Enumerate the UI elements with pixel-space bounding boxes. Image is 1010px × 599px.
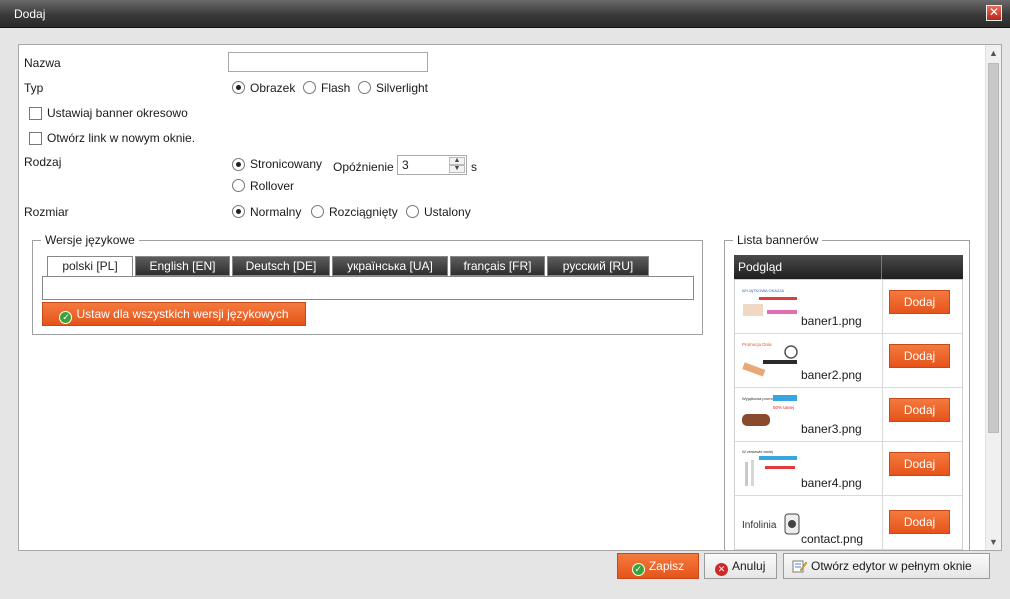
check-circle-icon: ✓ <box>59 311 73 324</box>
tab-pl[interactable]: polski [PL] <box>47 256 133 277</box>
language-tab-panel <box>42 276 694 300</box>
tab-de[interactable]: Deutsch [DE] <box>232 256 330 276</box>
scroll-down-icon[interactable]: ▼ <box>986 534 1001 550</box>
svg-text:WYJĄTKOWA OKAZJA: WYJĄTKOWA OKAZJA <box>742 288 784 293</box>
banner-filename: contact.png <box>801 532 864 546</box>
table-row: W zestawie taniej baner4.png Dodaj <box>735 442 962 496</box>
check-circle-icon: ✓ <box>631 563 645 576</box>
svg-text:50% taniej: 50% taniej <box>773 405 794 410</box>
language-versions-group: Wersje językowe polski [PL] English [EN]… <box>32 233 703 335</box>
banner-list-legend: Lista bannerów <box>733 233 823 247</box>
kind-option-paged-label: Stronicowany <box>250 157 323 171</box>
new-window-label: Otwórz link w nowym oknie. <box>47 131 196 145</box>
name-input[interactable] <box>228 52 428 72</box>
column-actions <box>882 255 963 279</box>
banner-filename: baner4.png <box>801 476 862 490</box>
banner-filename: baner3.png <box>801 422 862 436</box>
banner-thumbnail: WYJĄTKOWA OKAZJA <box>742 288 797 316</box>
type-option-silverlight-label: Silverlight <box>376 81 429 95</box>
row-separator <box>882 388 883 442</box>
add-banner-button[interactable]: Dodaj <box>889 290 950 314</box>
close-icon: ✕ <box>988 5 1000 19</box>
svg-text:W zestawie taniej: W zestawie taniej <box>742 449 773 454</box>
banner-table-body: WYJĄTKOWA OKAZJA baner1.png Dodaj Promoc… <box>734 279 963 550</box>
open-fullscreen-editor-button[interactable]: Otwórz edytor w pełnym oknie <box>783 553 990 579</box>
type-radio-image[interactable] <box>232 81 245 94</box>
vertical-scrollbar[interactable]: ▲ ▼ <box>985 45 1001 550</box>
language-versions-legend: Wersje językowe <box>41 233 139 247</box>
kind-radio-paged[interactable] <box>232 158 245 171</box>
delay-label: Opóźnienie <box>333 160 394 174</box>
row-separator <box>882 280 883 334</box>
size-radio-fixed[interactable] <box>406 205 419 218</box>
spin-down-icon[interactable]: ▼ <box>449 165 465 173</box>
save-button[interactable]: ✓ Zapisz <box>617 553 699 579</box>
form-scroll-area: Nazwa Typ Obrazek Flash Silverlight Usta… <box>18 44 1002 551</box>
type-label: Typ <box>24 81 44 95</box>
add-banner-button[interactable]: Dodaj <box>889 452 950 476</box>
row-separator <box>882 334 883 388</box>
periodic-checkbox[interactable] <box>29 107 42 120</box>
kind-radio-rollover[interactable] <box>232 179 245 192</box>
banner-thumbnail: Promocja Dnia <box>742 342 798 377</box>
cancel-label: Anuluj <box>732 559 766 573</box>
type-option-image-label: Obrazek <box>250 81 296 95</box>
delay-stepper[interactable]: 3 ▲ ▼ <box>397 155 467 175</box>
type-radio-silverlight[interactable] <box>358 81 371 94</box>
scroll-up-icon[interactable]: ▲ <box>986 45 1001 61</box>
cancel-icon: ✕ <box>715 563 728 576</box>
type-radio-flash[interactable] <box>303 81 316 94</box>
apply-all-languages-label: Ustaw dla wszystkich wersji językowych <box>76 307 289 321</box>
save-label: Zapisz <box>648 559 685 573</box>
new-window-checkbox[interactable] <box>29 132 42 145</box>
table-row: Wyjątkowa promocja 50% taniej baner3.png… <box>735 388 962 442</box>
size-radio-stretched[interactable] <box>311 205 324 218</box>
dialog-title: Dodaj <box>14 7 46 21</box>
row-separator <box>882 496 883 550</box>
kind-label: Rodzaj <box>24 155 62 169</box>
row-separator <box>882 442 883 496</box>
banner-thumbnail: W zestawie taniej <box>742 449 797 486</box>
banner-thumbnail: Wyjątkowa promocja 50% taniej <box>742 395 797 426</box>
add-banner-button[interactable]: Dodaj <box>889 510 950 534</box>
name-label: Nazwa <box>24 56 61 70</box>
size-option-stretched-label: Rozciągnięty <box>329 205 398 219</box>
banner-thumbnail: Infolinia <box>742 513 800 535</box>
table-row: Infolinia contact.png Dodaj <box>735 496 962 550</box>
svg-text:Infolinia: Infolinia <box>742 520 777 531</box>
column-preview: Podgląd <box>734 255 882 279</box>
banner-list-group: Lista bannerów Podgląd WYJĄTKOWA OKAZJA … <box>724 233 970 550</box>
table-row: Promocja Dnia baner2.png Dodaj <box>735 334 962 388</box>
edit-document-icon <box>792 560 807 573</box>
add-banner-button[interactable]: Dodaj <box>889 344 950 368</box>
kind-option-rollover-label: Rollover <box>250 179 295 193</box>
tab-en[interactable]: English [EN] <box>135 256 230 276</box>
add-banner-button[interactable]: Dodaj <box>889 398 950 422</box>
banner-filename: baner1.png <box>801 314 862 328</box>
periodic-label: Ustawiaj banner okresowo <box>47 106 188 120</box>
dialog-body: Nazwa Typ Obrazek Flash Silverlight Usta… <box>0 28 1010 599</box>
close-button[interactable]: ✕ <box>986 5 1002 21</box>
tab-ua[interactable]: українська [UA] <box>332 256 448 276</box>
table-row: WYJĄTKOWA OKAZJA baner1.png Dodaj <box>735 280 962 334</box>
cancel-button[interactable]: ✕ Anuluj <box>704 553 777 579</box>
open-fullscreen-editor-label: Otwórz edytor w pełnym oknie <box>811 559 972 573</box>
tab-ru[interactable]: русский [RU] <box>547 256 649 276</box>
tab-fr[interactable]: français [FR] <box>450 256 545 276</box>
delay-unit: s <box>471 160 477 174</box>
apply-all-languages-button[interactable]: ✓ Ustaw dla wszystkich wersji językowych <box>42 302 306 326</box>
delay-value: 3 <box>402 158 409 172</box>
size-radio-normal[interactable] <box>232 205 245 218</box>
banner-filename: baner2.png <box>801 368 862 382</box>
scrollbar-thumb[interactable] <box>988 63 999 433</box>
banner-table-header: Podgląd <box>734 255 963 279</box>
type-option-flash-label: Flash <box>321 81 351 95</box>
dialog-titlebar: Dodaj ✕ <box>0 0 1010 28</box>
size-option-fixed-label: Ustalony <box>424 205 471 219</box>
size-option-normal-label: Normalny <box>250 205 302 219</box>
svg-text:Promocja Dnia: Promocja Dnia <box>742 342 772 347</box>
size-label: Rozmiar <box>24 205 69 219</box>
spin-up-icon[interactable]: ▲ <box>449 157 465 165</box>
